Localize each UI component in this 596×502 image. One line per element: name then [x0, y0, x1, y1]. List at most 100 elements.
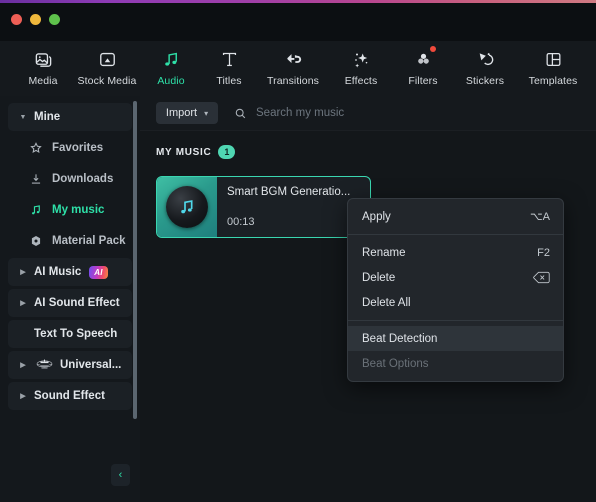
chevron-down-icon: ▾ [204, 108, 209, 118]
sidebar-item-label: AI Sound Effect [34, 297, 120, 309]
import-button-label: Import [165, 107, 198, 119]
close-button[interactable] [11, 14, 22, 25]
transitions-icon [282, 48, 304, 70]
universal-music-logo-icon [34, 358, 54, 372]
toolbar-item-label: Effects [344, 75, 378, 87]
context-menu-item-label: Delete All [362, 296, 411, 309]
sidebar-item-downloads[interactable]: Downloads [8, 165, 132, 193]
toolbar-item-templates[interactable]: Templates [518, 41, 588, 87]
toolbar-item-transitions[interactable]: Transitions [258, 41, 328, 87]
toolbar-item-filters[interactable]: Filters [394, 41, 452, 87]
sidebar-item-label: Sound Effect [34, 390, 105, 402]
sidebar-item-mine[interactable]: ▼ Mine [8, 103, 132, 131]
menu-separator [348, 320, 563, 321]
sidebar: ▼ Mine Favorites Downloads My music Mate… [0, 96, 140, 502]
music-card[interactable]: Smart BGM Generatio... 00:13 [156, 176, 371, 238]
music-note-icon [160, 48, 182, 70]
context-menu-item-beat-detection[interactable]: Beat Detection [348, 326, 563, 351]
sidebar-item-label: Mine [34, 111, 61, 123]
sidebar-item-my-music[interactable]: My music [8, 196, 132, 224]
section-count-badge: 1 [218, 145, 236, 159]
search-input[interactable] [256, 107, 516, 119]
context-menu-item-apply[interactable]: Apply ⌥A [348, 204, 563, 229]
search-bar [234, 107, 596, 120]
context-menu-item-delete[interactable]: Delete [348, 265, 563, 290]
ai-badge: AI [89, 265, 108, 279]
sidebar-collapse-button[interactable]: ‹ [111, 464, 130, 486]
chevron-right-icon: ▶ [20, 362, 26, 369]
context-menu-item-label: Beat Detection [362, 332, 438, 345]
minimize-button[interactable] [30, 14, 41, 25]
context-menu-item-beat-options: Beat Options [348, 351, 563, 376]
sidebar-item-text-to-speech[interactable]: Text To Speech [8, 320, 132, 348]
app-window: Media Stock Media Audio Titles Transitio… [0, 0, 596, 502]
chevron-down-icon: ▼ [19, 113, 27, 121]
toolbar-item-label: Templates [528, 75, 578, 87]
context-menu-item-label: Beat Options [362, 357, 429, 370]
package-icon [28, 233, 44, 249]
sidebar-item-label: AI Music [34, 266, 82, 278]
music-note-icon [28, 202, 44, 218]
sticker-icon [474, 48, 496, 70]
sidebar-item-label: Text To Speech [34, 328, 118, 340]
media-image-icon [32, 48, 54, 70]
sidebar-item-ai-music[interactable]: ▶ AI Music AI [8, 258, 132, 286]
toolbar-item-label: Stock Media [77, 75, 137, 87]
sidebar-item-material-pack[interactable]: Material Pack [8, 227, 132, 255]
toolbar-item-stickers[interactable]: Stickers [452, 41, 518, 87]
music-note-vinyl-icon [166, 186, 208, 228]
context-menu-item-label: Delete [362, 271, 396, 284]
context-menu-item-shortcut [533, 271, 550, 284]
music-card-thumbnail [157, 177, 217, 237]
sidebar-item-favorites[interactable]: Favorites [8, 134, 132, 162]
sidebar-item-label: Universal... [60, 359, 122, 371]
context-menu-item-rename[interactable]: Rename F2 [348, 240, 563, 265]
backspace-key-icon [533, 271, 550, 284]
title-bar [0, 3, 596, 41]
filters-notification-dot [430, 46, 436, 52]
context-menu-item-delete-all[interactable]: Delete All [348, 290, 563, 315]
sidebar-item-sound-effect[interactable]: ▶ Sound Effect [8, 382, 132, 410]
sidebar-item-label: Downloads [52, 173, 114, 185]
sidebar-item-universal[interactable]: ▶ Universal... [8, 351, 132, 379]
zoom-button[interactable] [49, 14, 60, 25]
toolbar-item-label: Filters [408, 75, 438, 87]
chevron-right-icon: ▶ [20, 300, 26, 307]
music-card-duration: 00:13 [227, 216, 255, 228]
sidebar-item-label: Material Pack [52, 235, 126, 247]
sidebar-item-ai-sound-effect[interactable]: ▶ AI Sound Effect [8, 289, 132, 317]
toolbar-item-media[interactable]: Media [14, 41, 72, 87]
context-menu-item-shortcut: ⌥A [529, 211, 550, 223]
sidebar-item-label: My music [52, 204, 105, 216]
toolbar-item-label: Titles [216, 75, 242, 87]
stock-media-icon [96, 48, 118, 70]
window-controls [11, 14, 60, 25]
toolbar-item-audio[interactable]: Audio [142, 41, 200, 87]
toolbar-item-label: Stickers [465, 75, 505, 87]
sidebar-scrollbar[interactable] [133, 101, 137, 419]
context-menu-item-label: Apply [362, 210, 391, 223]
content-toolbar: Import ▾ [140, 96, 596, 131]
chevron-right-icon: ▶ [20, 269, 26, 276]
my-music-section-header: MY MUSIC 1 [140, 131, 596, 159]
sparkle-icon [350, 48, 372, 70]
toolbar-item-titles[interactable]: Titles [200, 41, 258, 87]
import-button[interactable]: Import ▾ [156, 102, 218, 124]
menu-separator [348, 234, 563, 235]
toolbar-item-label: Audio [157, 75, 185, 87]
section-title: MY MUSIC [156, 146, 212, 158]
context-menu-item-label: Rename [362, 246, 406, 259]
context-menu: Apply ⌥A Rename F2 Delete Delete All Bea… [347, 198, 564, 382]
context-menu-item-shortcut: F2 [537, 246, 550, 259]
toolbar-item-effects[interactable]: Effects [328, 41, 394, 87]
chevron-right-icon: ▶ [20, 393, 26, 400]
toolbar-item-label: Media [28, 75, 58, 87]
templates-grid-icon [542, 48, 564, 70]
sidebar-item-label: Favorites [52, 142, 104, 154]
toolbar-item-label: Transitions [266, 75, 320, 87]
main-toolbar: Media Stock Media Audio Titles Transitio… [0, 41, 596, 96]
toolbar-item-stock-media[interactable]: Stock Media [72, 41, 142, 87]
star-icon [28, 140, 44, 156]
download-icon [28, 171, 44, 187]
search-icon [234, 107, 247, 120]
